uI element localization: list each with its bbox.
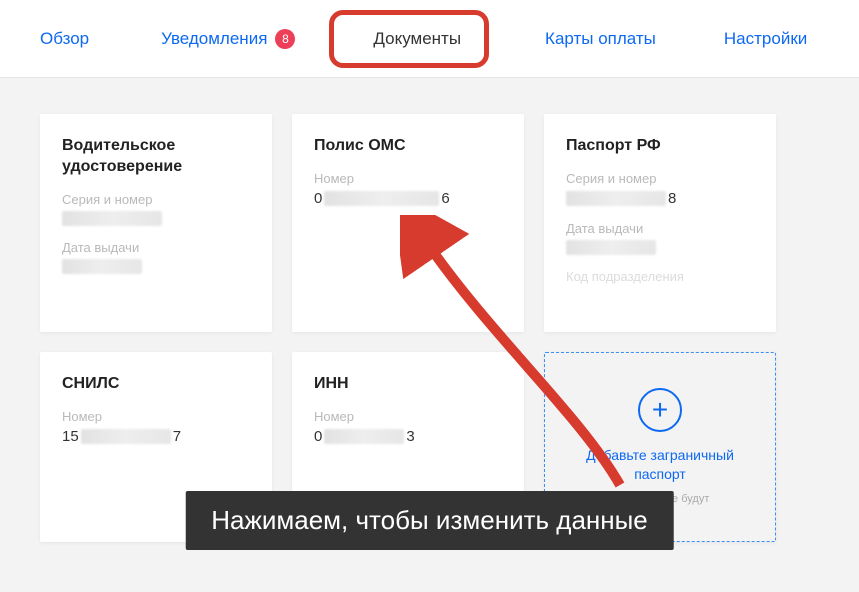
tab-settings-label: Настройки — [724, 29, 807, 49]
field-value-issue-date — [62, 259, 250, 274]
card-title: СНИЛС — [62, 374, 250, 395]
tabs-nav: Обзор Уведомления 8 Документы Карты опла… — [0, 0, 859, 78]
notifications-badge: 8 — [275, 29, 295, 49]
documents-grid: Водительское удостоверение Серия и номер… — [40, 114, 819, 542]
number-suffix: 6 — [441, 190, 449, 207]
tab-notifications[interactable]: Уведомления 8 — [133, 0, 331, 77]
tab-settings[interactable]: Настройки — [684, 0, 835, 77]
field-value-number: 15 7 — [62, 428, 250, 445]
redacted-value — [324, 429, 404, 444]
tab-documents[interactable]: Документы — [331, 0, 503, 77]
field-value-series: 8 — [566, 190, 754, 207]
number-prefix: 0 — [314, 190, 322, 207]
redacted-value — [81, 429, 171, 444]
card-title: ИНН — [314, 374, 502, 395]
tab-payment-cards[interactable]: Карты оплаты — [503, 0, 684, 77]
number-prefix: 0 — [314, 428, 322, 445]
field-value-issue-date — [566, 240, 754, 255]
field-value-series — [62, 211, 250, 226]
tab-overview-label: Обзор — [40, 29, 89, 49]
card-title: Водительское удостоверение — [62, 136, 250, 178]
field-value-number: 0 6 — [314, 190, 502, 207]
tab-notifications-label: Уведомления — [161, 29, 267, 49]
card-drivers-license[interactable]: Водительское удостоверение Серия и номер… — [40, 114, 272, 332]
card-title: Полис ОМС — [314, 136, 502, 157]
tab-overview[interactable]: Обзор — [10, 0, 133, 77]
redacted-value — [62, 259, 142, 274]
series-suffix: 8 — [668, 190, 676, 207]
field-label-division: Код подразделения — [566, 269, 754, 284]
card-title: Паспорт РФ — [566, 136, 754, 157]
add-card-title: Добавьте заграничный паспорт — [563, 446, 757, 484]
field-label-issue-date: Дата выдачи — [62, 240, 250, 255]
card-oms[interactable]: Полис ОМС Номер 0 6 — [292, 114, 524, 332]
field-value-number: 0 3 — [314, 428, 502, 445]
redacted-value — [566, 240, 656, 255]
annotation-caption: Нажимаем, чтобы изменить данные — [185, 491, 674, 550]
redacted-value — [324, 191, 439, 206]
tab-payment-cards-label: Карты оплаты — [545, 29, 656, 49]
field-label-number: Номер — [62, 409, 250, 424]
number-suffix: 7 — [173, 428, 181, 445]
field-label-issue-date: Дата выдачи — [566, 221, 754, 236]
field-label-series: Серия и номер — [566, 171, 754, 186]
plus-icon: + — [638, 388, 682, 432]
redacted-value — [62, 211, 162, 226]
tab-documents-label: Документы — [373, 29, 461, 49]
number-prefix: 15 — [62, 428, 79, 445]
card-passport-rf[interactable]: Паспорт РФ Серия и номер 8 Дата выдачи К… — [544, 114, 776, 332]
redacted-value — [566, 191, 666, 206]
field-label-series: Серия и номер — [62, 192, 250, 207]
field-label-number: Номер — [314, 409, 502, 424]
field-label-number: Номер — [314, 171, 502, 186]
number-suffix: 3 — [406, 428, 414, 445]
